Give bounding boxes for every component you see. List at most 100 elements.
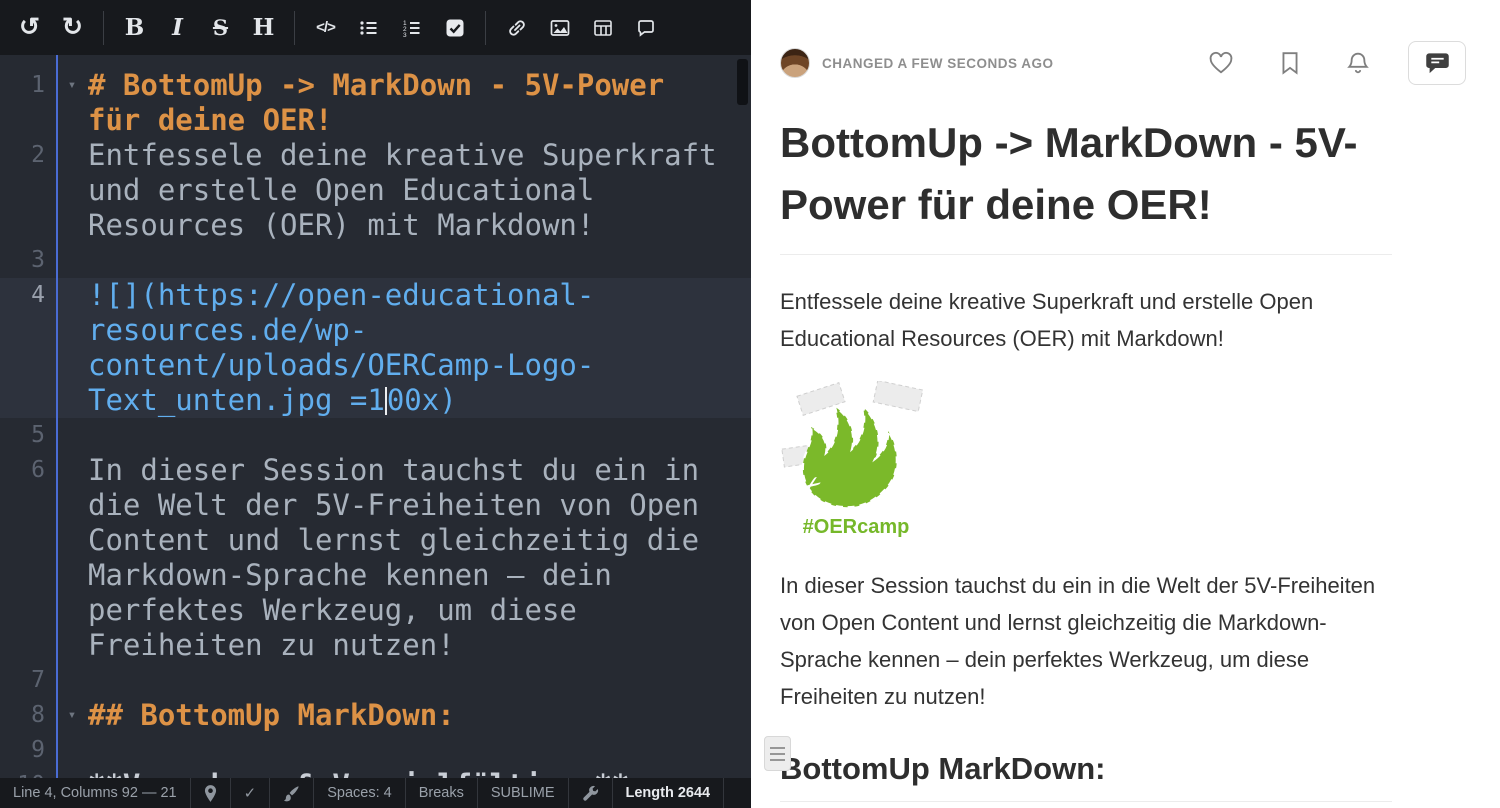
strikethrough-button[interactable]: S (199, 10, 242, 46)
editor-toolbar: ↺ ↻ BI SH </> 123 (0, 0, 751, 55)
status-linebreaks[interactable]: Breaks (406, 778, 478, 808)
line-number: 7 (0, 663, 56, 698)
oercamp-flame-graphic: ✂ (781, 381, 931, 509)
code-button[interactable]: </> (304, 10, 347, 46)
editor-lines: 1▾# BottomUp -> MarkDown - 5V-Powerfür d… (0, 68, 751, 778)
undo-button[interactable]: ↺ (8, 10, 51, 46)
bold-button[interactable]: B (113, 10, 156, 46)
image-icon (550, 18, 570, 38)
fold-gutter (56, 138, 88, 243)
editor-line-6[interactable]: 6In dieser Session tauchst du ein indie … (0, 453, 751, 663)
gutter-divider (56, 55, 58, 778)
editor-line-4[interactable]: 4![](https://open-educational-resources.… (0, 278, 751, 418)
line-number: 9 (0, 733, 56, 768)
document-meta-row: CHANGED A FEW SECONDS AGO (780, 40, 1466, 86)
preferences-wrench-icon (582, 785, 599, 802)
oercamp-logo-text: #OERcamp (780, 516, 932, 539)
fold-gutter (56, 243, 88, 278)
status-indent[interactable]: Spaces: 4 (314, 778, 406, 808)
fold-marker-icon[interactable]: ▾ (56, 68, 88, 138)
subscribe-button[interactable] (1346, 51, 1370, 75)
undo-icon: ↺ (19, 15, 40, 40)
editor-line-10[interactable]: 10**Verwahren & Vervielfältigen** (0, 768, 751, 778)
intro-paragraph: Entfessele deine kreative Superkraft und… (780, 283, 1392, 357)
oercamp-logo-image: ✂ #OERcamp (780, 381, 932, 539)
preview-pane: CHANGED A FEW SECONDS AGO BottomUp -> Ma… (765, 0, 1500, 808)
keymap-label: SUBLIME (491, 785, 555, 801)
editor-line-8[interactable]: 8▾## BottomUp MarkDown: (0, 698, 751, 733)
last-changed-label: CHANGED A FEW SECONDS AGO (822, 56, 1054, 71)
section-heading: BottomUp MarkDown: (780, 751, 1392, 802)
editor-line-1[interactable]: 1▾# BottomUp -> MarkDown - 5V-Powerfür d… (0, 68, 751, 138)
status-spellcheck[interactable]: ✓ (231, 778, 271, 808)
status-keymap[interactable]: SUBLIME (478, 778, 569, 808)
svg-text:3: 3 (403, 32, 407, 38)
fold-gutter (56, 733, 88, 768)
editor-line-7[interactable]: 7 (0, 663, 751, 698)
fold-gutter (56, 418, 88, 453)
editor-line-2[interactable]: 2Entfessele deine kreative Superkraftund… (0, 138, 751, 243)
line-number: 4 (0, 278, 56, 418)
text-cursor (385, 387, 387, 415)
heading-icon: H (253, 14, 275, 41)
line-number: 3 (0, 243, 56, 278)
line-number: 1 (0, 68, 56, 138)
status-pin[interactable] (191, 778, 231, 808)
app-window: ↺↻BISH</>123 1▾# BottomUp -> MarkDown - … (0, 0, 1500, 808)
table-icon (593, 18, 613, 38)
unordered-list-icon (359, 18, 379, 38)
indent-label: Spaces: 4 (327, 785, 392, 801)
status-preferences-wrench[interactable] (569, 778, 613, 808)
bell-icon (1346, 51, 1370, 75)
italic-icon: I (172, 14, 183, 41)
rendered-document: BottomUp -> MarkDown - 5V-Power für dein… (780, 112, 1392, 802)
spellcheck-icon: ✓ (244, 784, 257, 802)
status-length[interactable]: Length 2644 (613, 778, 725, 808)
editor-statusbar: Line 4, Columns 92 — 21 ✓ Spaces: 4 Breaks S… (0, 778, 751, 808)
fold-marker-icon[interactable]: ▾ (56, 698, 88, 733)
redo-button[interactable]: ↻ (51, 10, 94, 46)
author-avatar[interactable] (780, 48, 810, 78)
cursor-position-label: Line 4, Columns 92 — 21 (13, 785, 177, 801)
code-editor[interactable]: 1▾# BottomUp -> MarkDown - 5V-Powerfür d… (0, 55, 751, 778)
line-number: 5 (0, 418, 56, 453)
checklist-button[interactable] (433, 10, 476, 46)
editor-scrollbar-thumb[interactable] (737, 59, 748, 105)
comments-toggle-button[interactable] (1408, 41, 1466, 85)
comment-bubble-icon (1424, 52, 1451, 75)
editor-pane: ↺↻BISH</>123 1▾# BottomUp -> MarkDown - … (0, 0, 751, 808)
document-title: BottomUp -> MarkDown - 5V-Power für dein… (780, 112, 1392, 255)
like-button[interactable] (1208, 51, 1234, 75)
editor-line-9[interactable]: 9 (0, 733, 751, 768)
line-number: 6 (0, 453, 56, 663)
editor-line-3[interactable]: 3 (0, 243, 751, 278)
comment-icon (636, 18, 656, 38)
comment-button[interactable] (624, 10, 667, 46)
italic-button[interactable]: I (156, 10, 199, 46)
strikethrough-icon: S (213, 15, 228, 40)
line-number: 2 (0, 138, 56, 243)
heart-icon (1208, 51, 1234, 75)
bookmark-button[interactable] (1279, 51, 1301, 75)
divider-handle[interactable] (764, 736, 791, 771)
table-button[interactable] (581, 10, 624, 46)
bookmark-icon (1279, 51, 1301, 75)
unordered-list-button[interactable] (347, 10, 390, 46)
fold-gutter (56, 663, 88, 698)
image-button[interactable] (538, 10, 581, 46)
line-number: 8 (0, 698, 56, 733)
redo-icon: ↻ (62, 15, 83, 40)
pane-divider[interactable] (751, 0, 765, 808)
ordered-list-button[interactable]: 123 (390, 10, 433, 46)
fold-gutter (56, 453, 88, 663)
fold-gutter (56, 278, 88, 418)
link-button[interactable] (495, 10, 538, 46)
status-cursor-position[interactable]: Line 4, Columns 92 — 21 (0, 778, 191, 808)
code-icon: </> (316, 19, 335, 36)
linebreaks-label: Breaks (419, 785, 464, 801)
status-theme-brush[interactable] (270, 778, 314, 808)
checklist-icon (445, 18, 465, 38)
heading-button[interactable]: H (242, 10, 285, 46)
link-icon (507, 18, 527, 38)
editor-line-5[interactable]: 5 (0, 418, 751, 453)
